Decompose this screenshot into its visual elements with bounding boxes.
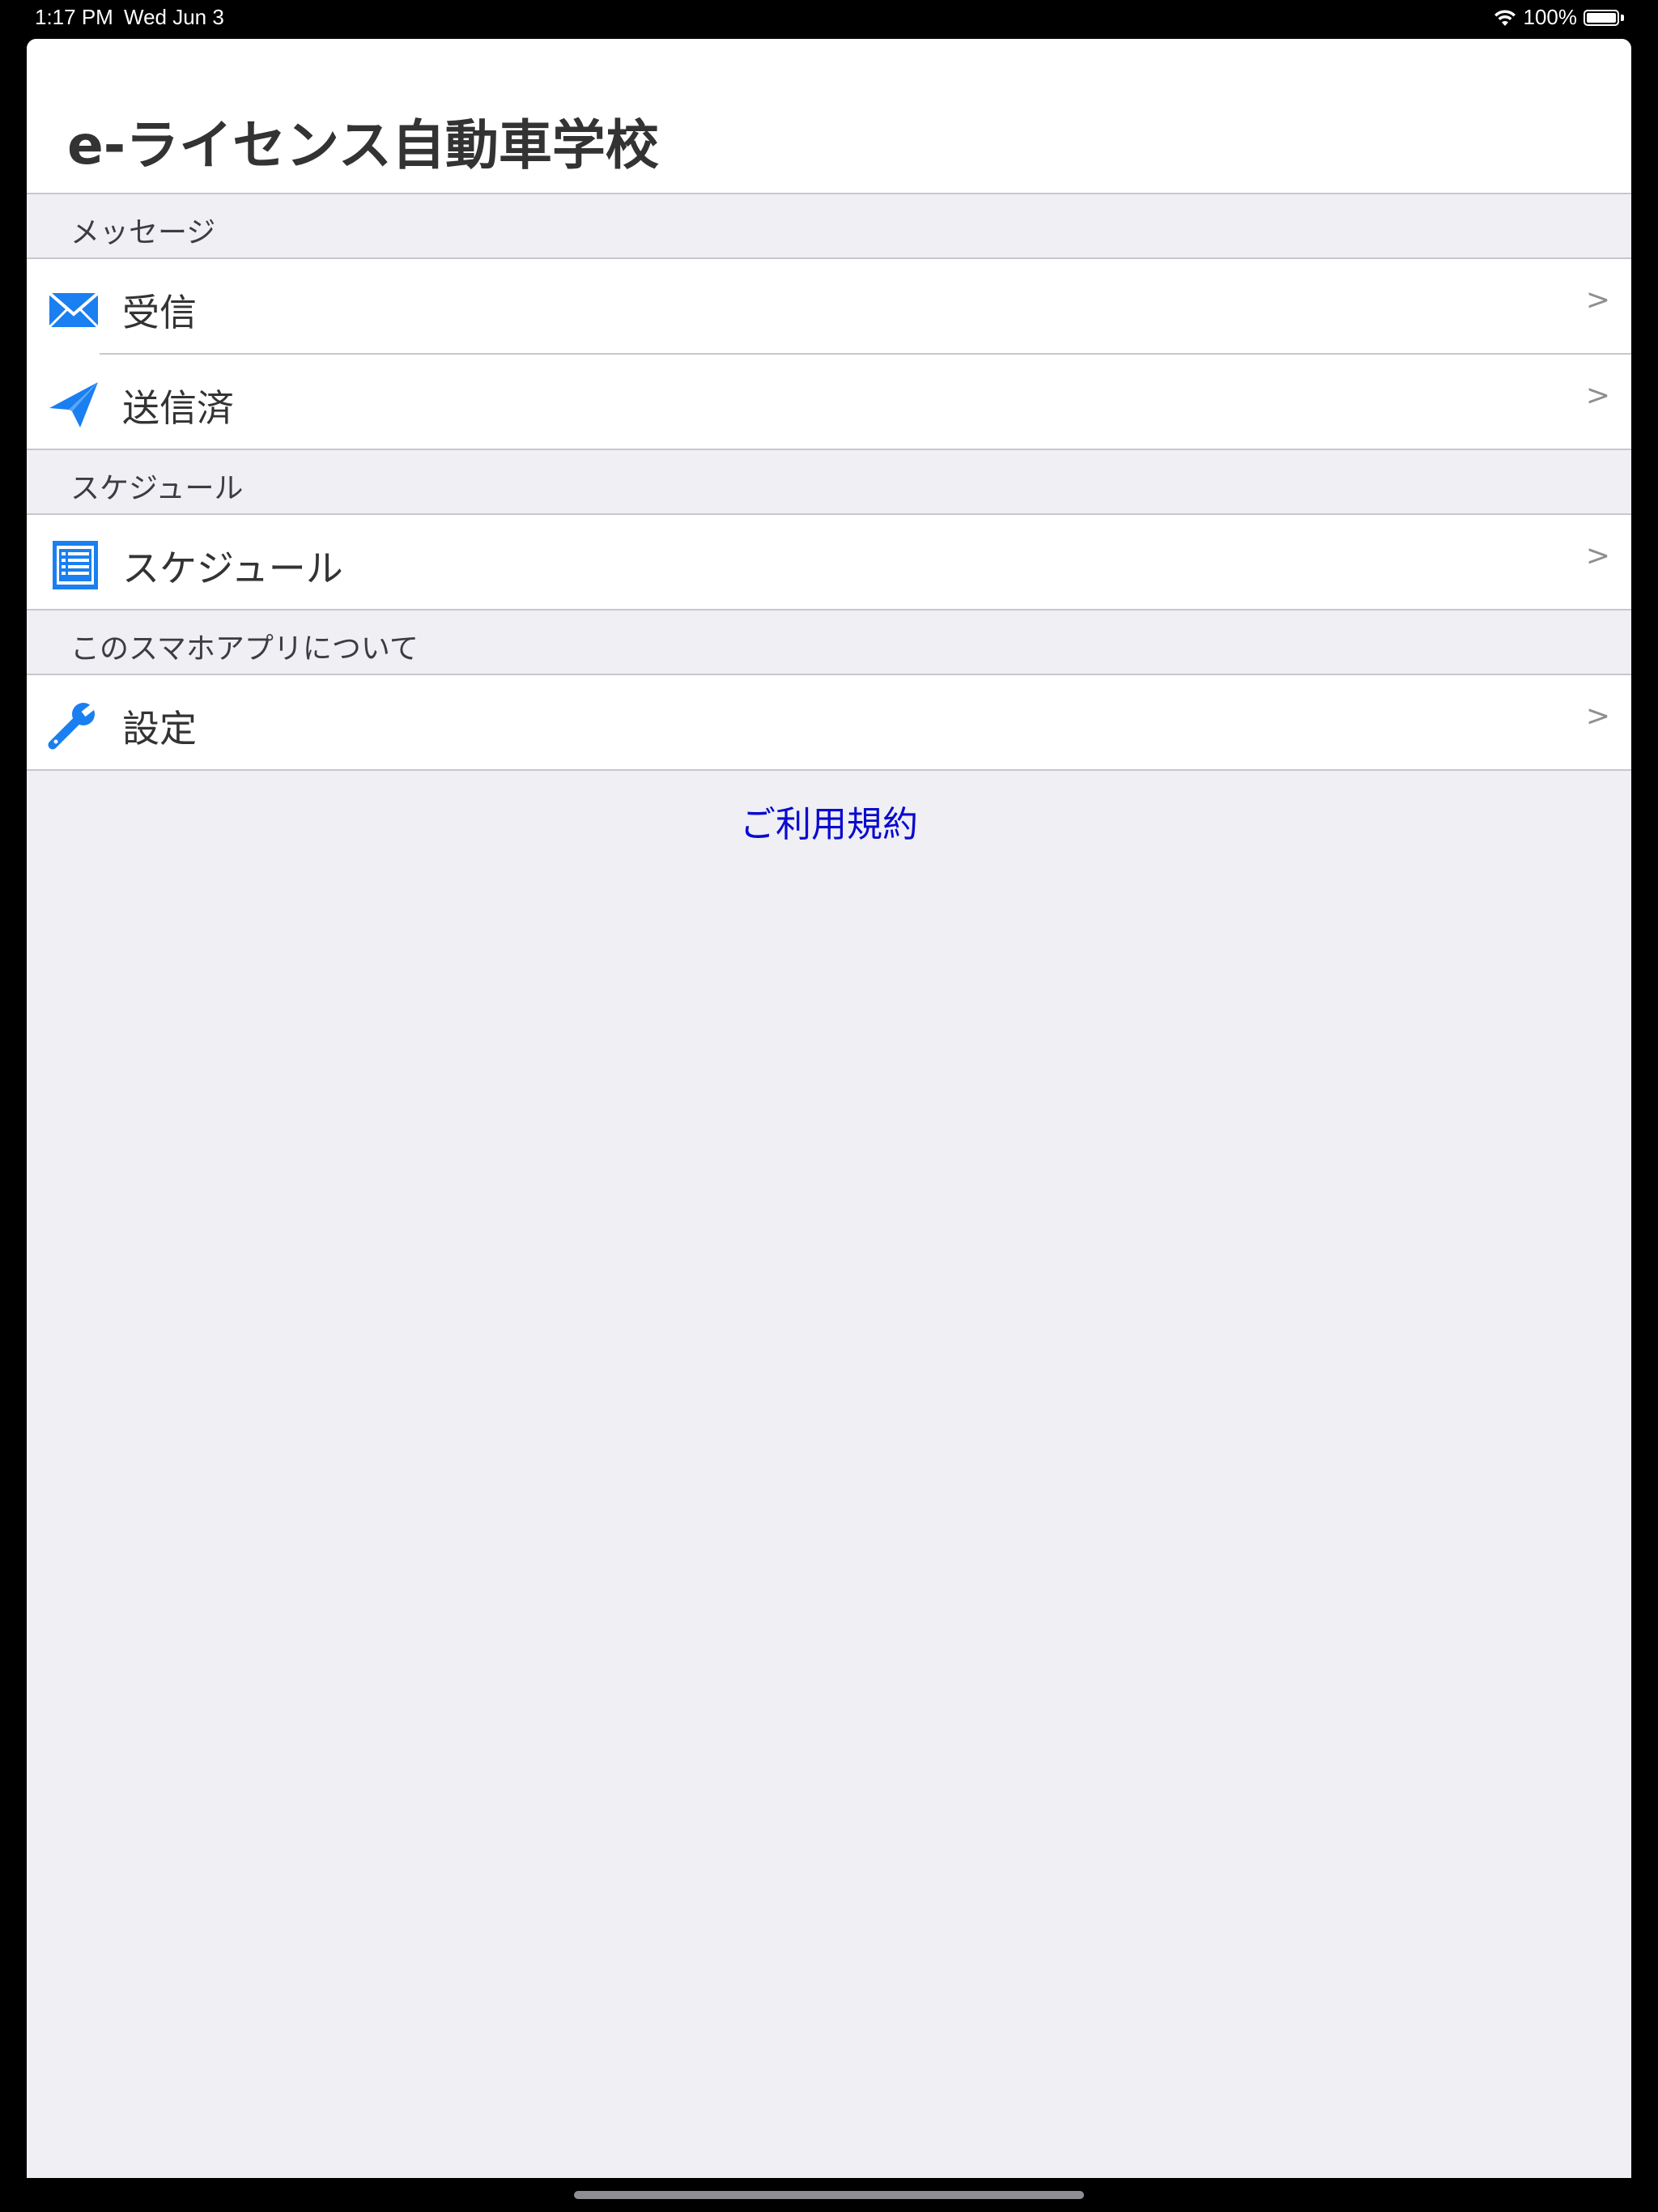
terms-link[interactable]: ご利用規約 (27, 795, 1631, 847)
home-indicator[interactable] (574, 2191, 1084, 2199)
main-sheet: e-ライセンス自動車学校 メッセージ 受信 > 送信済 > スケジュール スケジ… (27, 39, 1631, 2178)
section-header-about: このスマホアプリについて (27, 610, 1631, 675)
envelope-icon (48, 291, 100, 329)
wifi-icon (1494, 9, 1516, 26)
battery-percent: 100% (1523, 5, 1578, 29)
inbox-row[interactable]: 受信 > (27, 259, 1631, 355)
status-date: Wed Jun 3 (124, 5, 224, 29)
section-header-label: メッセージ (70, 216, 216, 249)
status-time: 1:17 PM (35, 5, 113, 29)
battery-icon (1584, 8, 1624, 28)
chevron-right-icon: > (1585, 539, 1610, 572)
sent-row[interactable]: 送信済 > (27, 355, 1631, 450)
page-title: e-ライセンス自動車学校 (67, 114, 659, 177)
title-area: e-ライセンス自動車学校 (27, 39, 1631, 194)
list-icon (53, 541, 98, 589)
inbox-label: 受信 (122, 291, 197, 334)
chevron-right-icon: > (1585, 700, 1610, 733)
settings-label: 設定 (122, 707, 197, 751)
status-bar: 1:17 PM Wed Jun 3 100% (0, 0, 1658, 37)
section-header-label: このスマホアプリについて (70, 632, 419, 666)
wrench-icon (48, 701, 100, 750)
section-header-messages: メッセージ (27, 194, 1631, 259)
chevron-right-icon: > (1585, 379, 1610, 412)
schedule-label: スケジュール (122, 547, 343, 590)
sent-label: 送信済 (122, 386, 234, 430)
schedule-row[interactable]: スケジュール > (27, 515, 1631, 610)
chevron-right-icon: > (1585, 283, 1610, 317)
status-indicators: 100% (1493, 5, 1624, 30)
section-header-label: スケジュール (70, 472, 244, 505)
section-header-schedule: スケジュール (27, 450, 1631, 515)
paper-plane-icon (49, 382, 98, 428)
settings-row[interactable]: 設定 > (27, 675, 1631, 771)
